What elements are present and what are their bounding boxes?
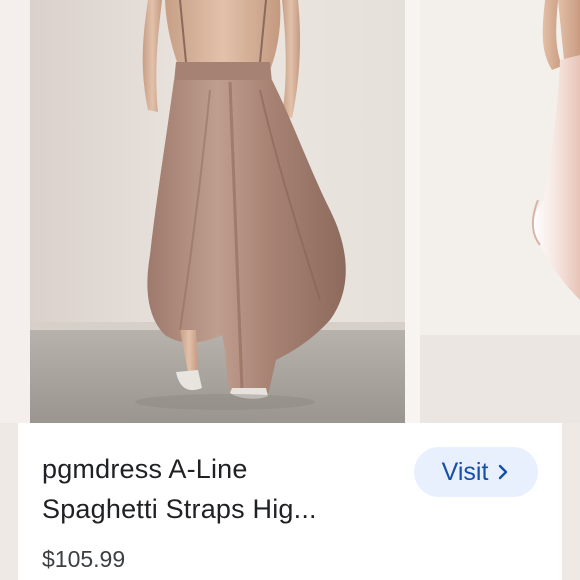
visit-button-label: Visit bbox=[441, 457, 489, 486]
product-title-line-1: pgmdress A-Line bbox=[42, 454, 248, 484]
product-listing-view: pgmdress A-Line Spaghetti Straps Hig... … bbox=[0, 0, 580, 580]
next-product-image[interactable] bbox=[420, 0, 580, 423]
product-price: $105.99 bbox=[42, 546, 126, 572]
carousel-gap bbox=[405, 0, 420, 423]
visit-button[interactable]: Visit bbox=[414, 447, 538, 497]
product-title[interactable]: pgmdress A-Line Spaghetti Straps Hig... bbox=[42, 449, 402, 529]
next-dress-photo bbox=[420, 0, 580, 423]
background-strip bbox=[0, 0, 30, 423]
dress-photo bbox=[30, 0, 405, 423]
product-info-card: pgmdress A-Line Spaghetti Straps Hig... … bbox=[18, 423, 562, 580]
chevron-right-icon bbox=[496, 462, 510, 482]
product-title-line-2: Spaghetti Straps Hig... bbox=[42, 494, 317, 524]
product-image[interactable] bbox=[30, 0, 405, 423]
